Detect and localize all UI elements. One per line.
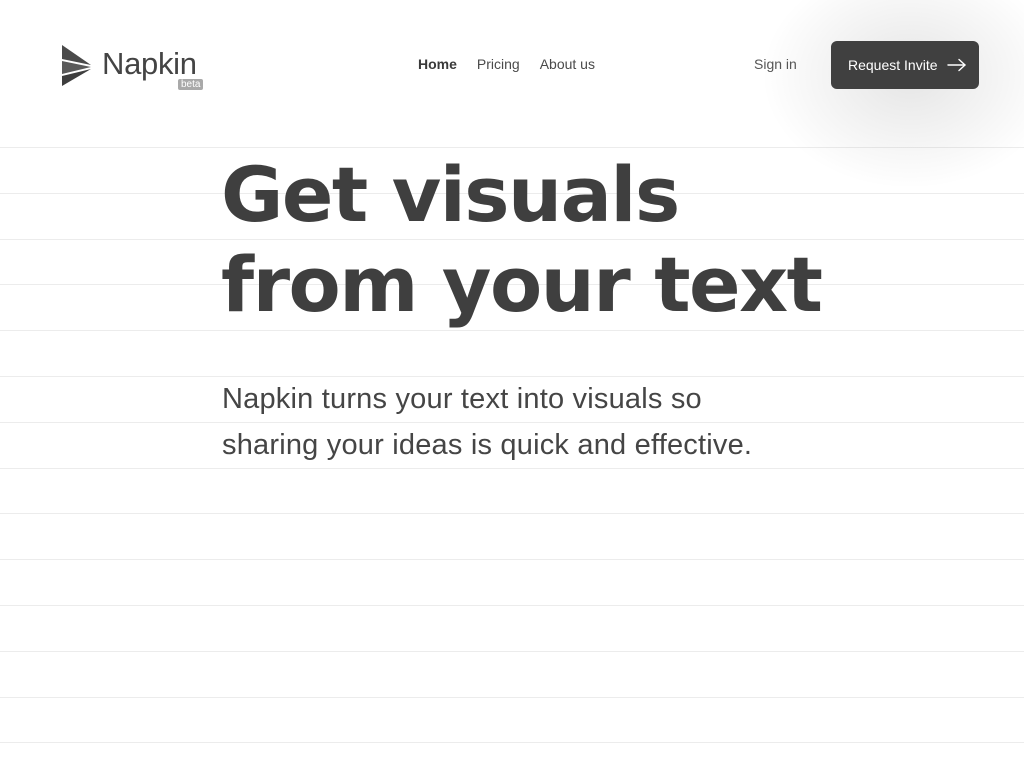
ruled-line <box>0 742 1024 743</box>
site-header: Napkin beta Home Pricing About us Sign i… <box>0 0 1024 130</box>
sign-in-link[interactable]: Sign in <box>754 56 797 72</box>
nav-about-us[interactable]: About us <box>540 56 595 72</box>
nav-pricing[interactable]: Pricing <box>477 56 520 72</box>
main-nav: Home Pricing About us <box>418 56 595 72</box>
request-invite-label: Request Invite <box>848 57 938 73</box>
brand-name: Napkin <box>102 46 197 81</box>
request-invite-button[interactable]: Request Invite <box>831 41 979 89</box>
arrow-right-icon <box>947 58 966 72</box>
napkin-logo-icon <box>62 45 91 86</box>
ruled-line <box>0 147 1024 148</box>
ruled-line <box>0 468 1024 469</box>
ruled-line <box>0 651 1024 652</box>
ruled-line <box>0 697 1024 698</box>
ruled-line <box>0 330 1024 331</box>
hero-title-line-2: from your text <box>221 240 823 329</box>
beta-badge: beta <box>178 79 204 90</box>
nav-home[interactable]: Home <box>418 56 457 72</box>
hero-title-line-1: Get visuals <box>221 150 680 239</box>
ruled-line <box>0 513 1024 514</box>
ruled-line <box>0 605 1024 606</box>
hero-title: Get visuals from your text <box>221 150 861 330</box>
ruled-line <box>0 559 1024 560</box>
landing-page: Napkin beta Home Pricing About us Sign i… <box>0 0 1024 768</box>
hero-subtitle: Napkin turns your text into visuals so s… <box>222 383 753 461</box>
brand-logo-link[interactable]: Napkin beta <box>60 44 210 94</box>
